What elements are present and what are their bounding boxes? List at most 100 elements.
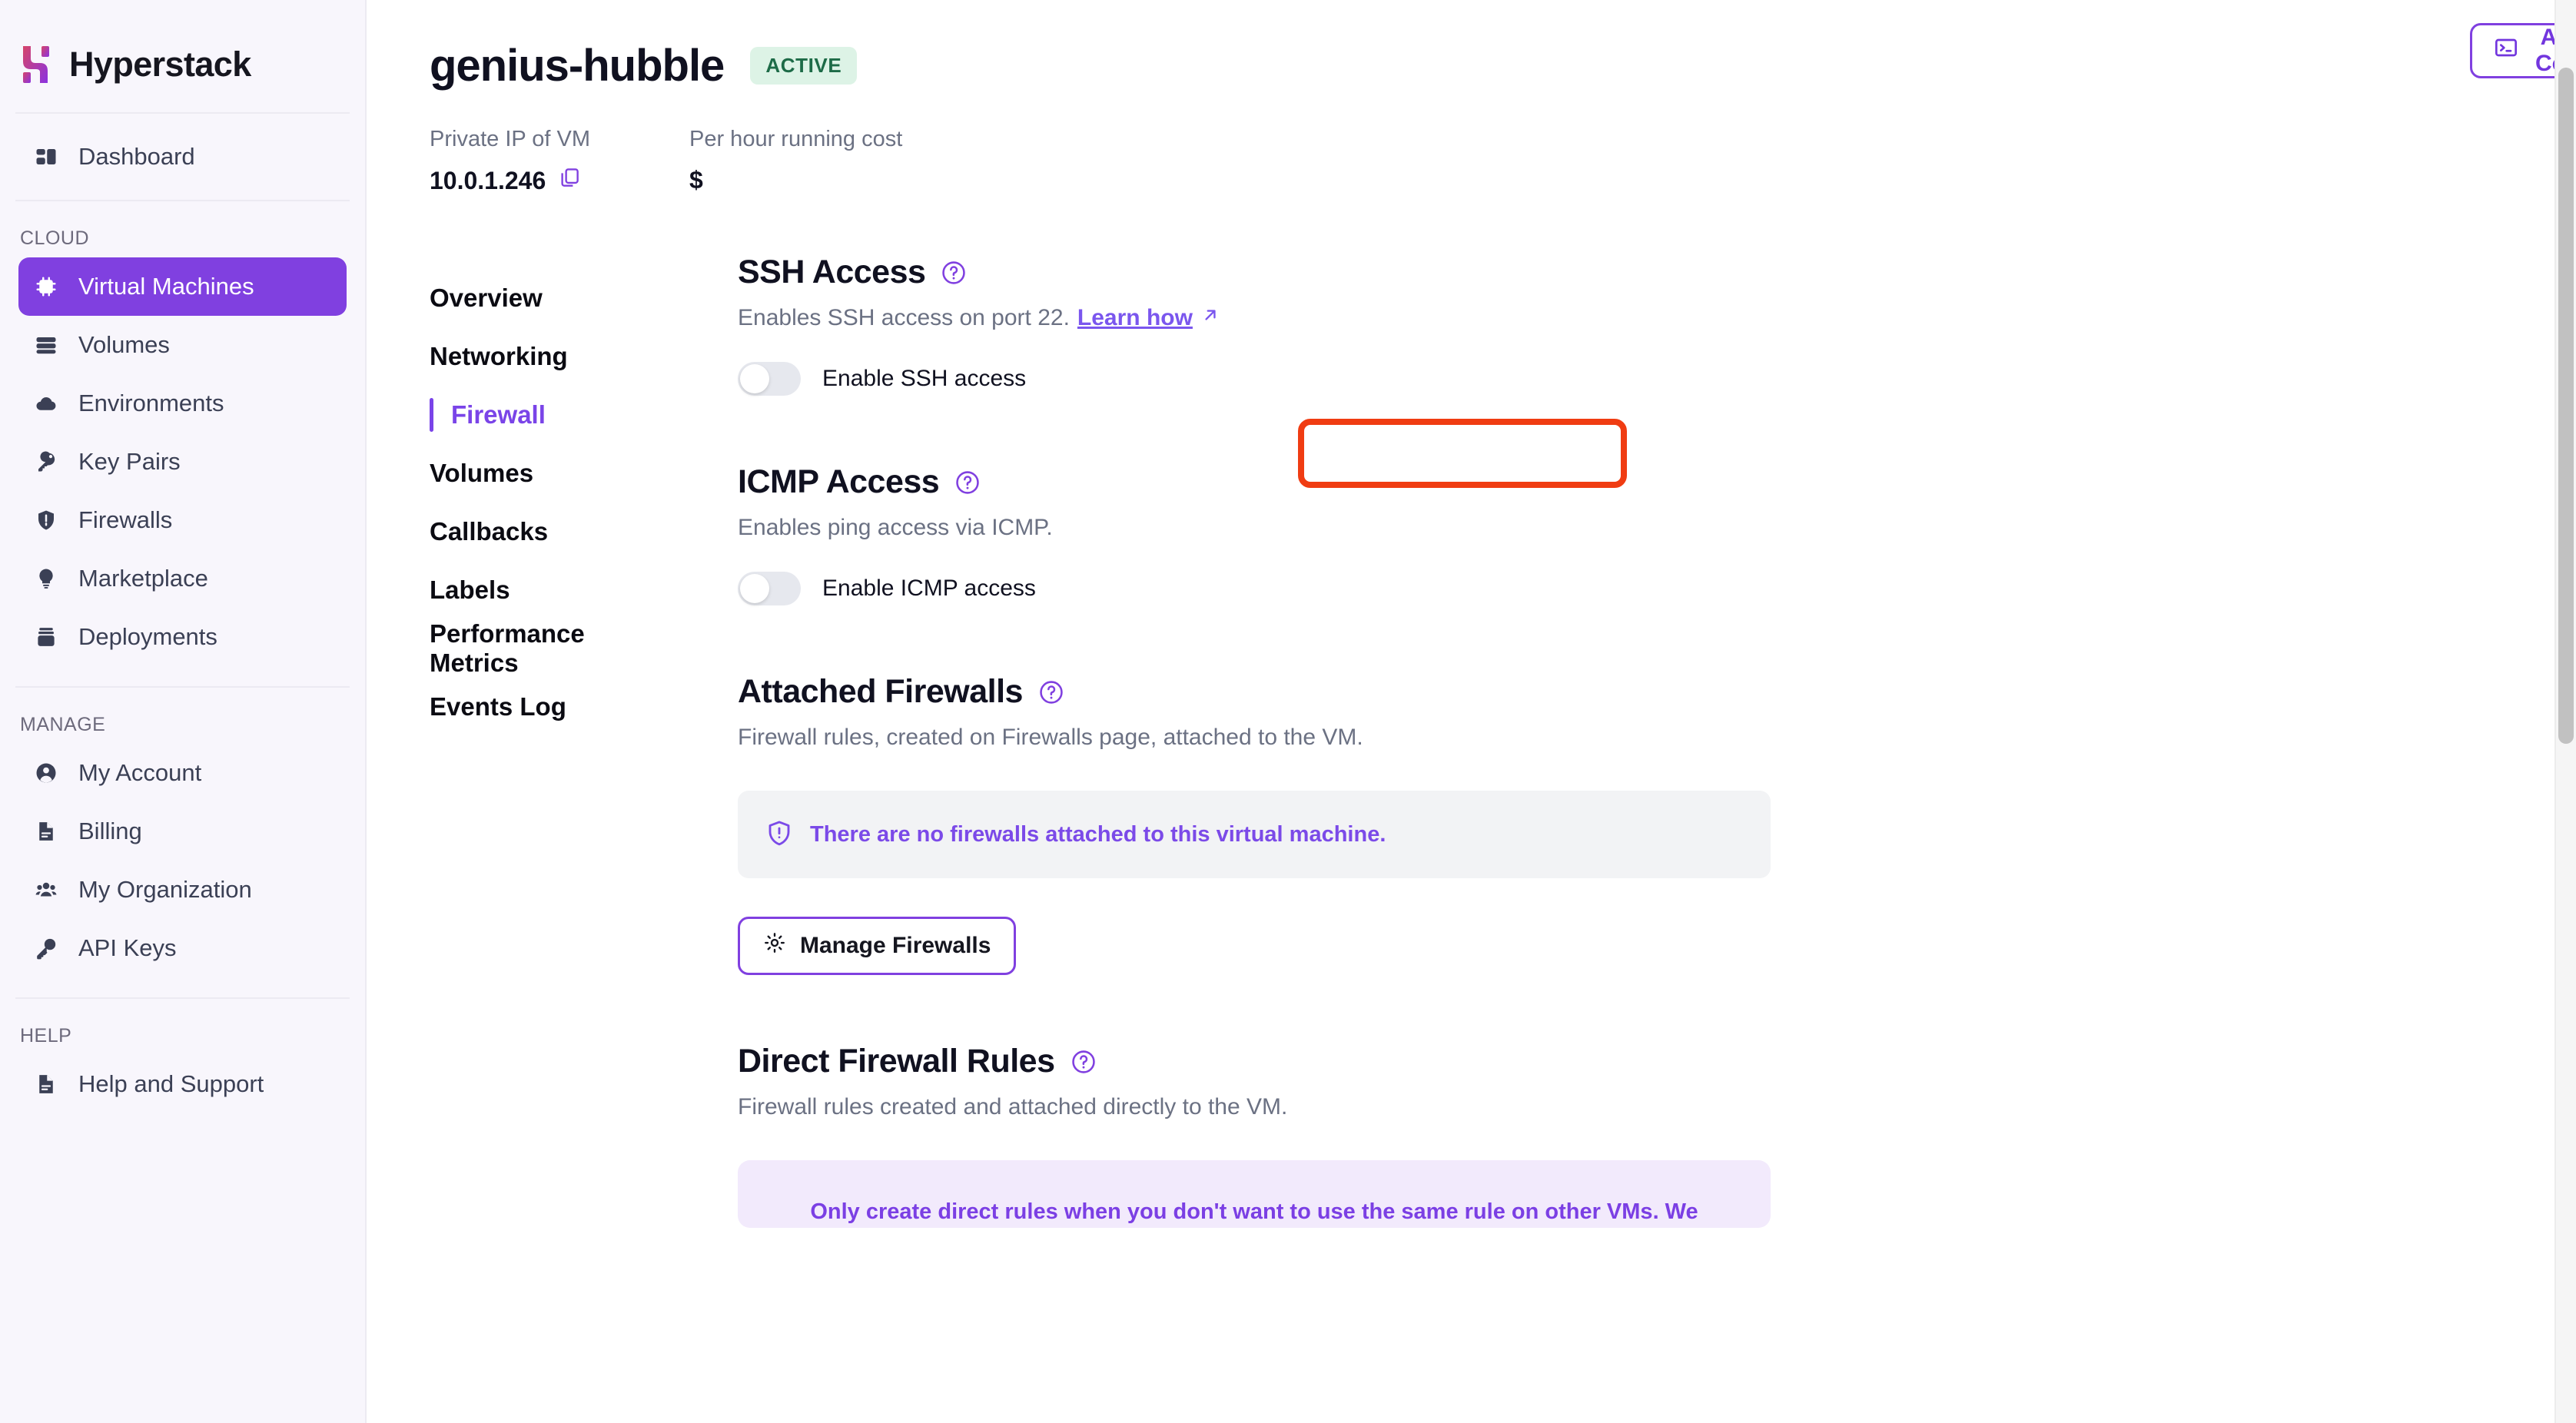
tab-label: Labels (430, 576, 510, 604)
topbar: Access Console (367, 0, 2576, 108)
sidebar-item-label: Billing (78, 818, 142, 844)
learn-how-link[interactable]: Learn how (1077, 305, 1220, 331)
question-circle-icon[interactable] (954, 469, 981, 496)
sidebar-item-deployments[interactable]: Deployments (18, 608, 347, 666)
sidebar-item-my-account[interactable]: My Account (18, 744, 347, 802)
tab-label: Events Log (430, 692, 566, 721)
tab-networking[interactable]: Networking (430, 327, 676, 386)
brand-name: Hyperstack (69, 45, 251, 84)
sidebar-section-help-label: HELP (20, 1025, 72, 1047)
tab-label: Callbacks (430, 517, 549, 546)
tab-callbacks[interactable]: Callbacks (430, 503, 676, 561)
no-firewalls-banner: There are no firewalls attached to this … (738, 791, 1771, 878)
direct-rules-warning-banner: Only create direct rules when you don't … (738, 1160, 1771, 1229)
sidebar-item-virtual-machines[interactable]: Virtual Machines (18, 257, 347, 316)
cpu-chip-icon (32, 273, 60, 300)
direct-rules-warning-text: Only create direct rules when you don't … (810, 1199, 1698, 1224)
users-group-icon (32, 876, 60, 904)
sidebar-item-label: Virtual Machines (78, 273, 254, 300)
sidebar-item-api-keys[interactable]: API Keys (18, 919, 347, 977)
meta-row: Private IP of VM 10.0.1.246 Per hour run… (430, 127, 2576, 195)
dashboard-icon (32, 143, 60, 171)
meta-label: Private IP of VM (430, 127, 590, 151)
sidebar-item-label: Firewalls (78, 506, 173, 533)
learn-how-label: Learn how (1077, 305, 1193, 330)
tab-firewall[interactable]: Firewall (430, 386, 676, 444)
tab-label: Performance Metrics (430, 619, 585, 677)
sidebar-top-group: Dashboard (0, 114, 365, 186)
tab-labels[interactable]: Labels (430, 561, 676, 619)
attached-firewalls-title: Attached Firewalls (738, 673, 1023, 710)
shield-alert-icon (765, 819, 793, 851)
enable-icmp-access-toggle[interactable] (738, 572, 801, 605)
tab-overview[interactable]: Overview (430, 269, 676, 327)
document-icon (32, 1070, 60, 1098)
ssh-toggle-row: Enable SSH access (738, 362, 2576, 396)
meta-private-ip: Private IP of VM 10.0.1.246 (430, 127, 689, 195)
sidebar-item-label: Key Pairs (78, 448, 181, 475)
content-area: Overview Networking Firewall Volumes Cal… (367, 254, 2576, 1229)
ssh-access-section: SSH Access Enables SSH access on port 22… (738, 254, 2576, 396)
enable-icmp-access-label: Enable ICMP access (822, 576, 1036, 601)
question-circle-icon[interactable] (1038, 679, 1064, 705)
tab-label: Firewall (451, 400, 546, 429)
icmp-access-title: ICMP Access (738, 463, 940, 500)
shield-alert-icon (32, 506, 60, 534)
page-scrollbar-track[interactable] (2554, 0, 2576, 1423)
firewall-panel: SSH Access Enables SSH access on port 22… (676, 254, 2576, 1229)
sidebar-item-firewalls[interactable]: Firewalls (18, 491, 347, 549)
server-stack-icon (32, 331, 60, 359)
terminal-icon (2494, 35, 2518, 66)
tab-performance-metrics[interactable]: Performance Metrics (430, 619, 676, 678)
sidebar-item-dashboard[interactable]: Dashboard (18, 128, 347, 186)
sidebar-item-label: Environments (78, 390, 224, 416)
meta-value-row: 10.0.1.246 (430, 166, 689, 195)
manage-firewalls-label: Manage Firewalls (800, 933, 991, 958)
sidebar-item-volumes[interactable]: Volumes (18, 316, 347, 374)
section-nav: Overview Networking Firewall Volumes Cal… (430, 254, 676, 1228)
question-circle-icon[interactable] (1071, 1049, 1097, 1075)
sidebar-item-label: My Organization (78, 876, 252, 903)
sidebar-item-label: Deployments (78, 623, 217, 650)
main-content: Access Console genius-hubble ACTIVE Priv… (367, 0, 2576, 1423)
direct-rules-description: Firewall rules created and attached dire… (738, 1094, 1288, 1119)
sidebar-item-environments[interactable]: Environments (18, 374, 347, 433)
no-firewalls-message: There are no firewalls attached to this … (810, 821, 1386, 847)
direct-firewall-rules-title: Direct Firewall Rules (738, 1043, 1055, 1080)
document-icon (32, 818, 60, 845)
icmp-toggle-row: Enable ICMP access (738, 572, 2576, 605)
manage-firewalls-button[interactable]: Manage Firewalls (738, 917, 1017, 975)
lightbulb-icon (32, 565, 60, 592)
running-cost-value: $ (689, 166, 703, 194)
enable-ssh-access-toggle[interactable] (738, 362, 801, 396)
tab-events-log[interactable]: Events Log (430, 678, 676, 736)
brand[interactable]: Hyperstack (0, 0, 365, 98)
icmp-title-row: ICMP Access (738, 463, 2576, 501)
sidebar-item-label: Volumes (78, 331, 170, 358)
private-ip-value: 10.0.1.246 (430, 166, 546, 194)
sidebar-item-help-and-support[interactable]: Help and Support (18, 1055, 347, 1113)
copy-icon[interactable] (558, 166, 581, 195)
enable-ssh-access-label: Enable SSH access (822, 366, 1027, 391)
question-circle-icon[interactable] (941, 260, 967, 286)
sidebar-item-key-pairs[interactable]: Key Pairs (18, 433, 347, 491)
sidebar-section-cloud-label: CLOUD (20, 227, 90, 249)
cloud-icon (32, 390, 60, 417)
sidebar-item-label: My Account (78, 759, 202, 786)
tab-label: Volumes (430, 459, 534, 487)
sidebar-item-label: Help and Support (78, 1070, 264, 1097)
tab-volumes[interactable]: Volumes (430, 444, 676, 503)
page-scrollbar-thumb[interactable] (2558, 68, 2574, 744)
ssh-title-row: SSH Access (738, 254, 2576, 291)
sidebar-item-label: Marketplace (78, 565, 208, 592)
user-circle-icon (32, 759, 60, 787)
direct-rules-title-row: Direct Firewall Rules (738, 1043, 2576, 1080)
tab-label: Overview (430, 284, 543, 312)
sidebar-item-marketplace[interactable]: Marketplace (18, 549, 347, 608)
sidebar-item-billing[interactable]: Billing (18, 802, 347, 861)
key-icon (32, 448, 60, 476)
ssh-description: Enables SSH access on port 22. (738, 305, 1070, 330)
direct-firewall-rules-section: Direct Firewall Rules Firewall rules cre… (738, 1043, 2576, 1229)
sidebar-item-my-organization[interactable]: My Organization (18, 861, 347, 919)
external-link-icon (1200, 305, 1220, 331)
